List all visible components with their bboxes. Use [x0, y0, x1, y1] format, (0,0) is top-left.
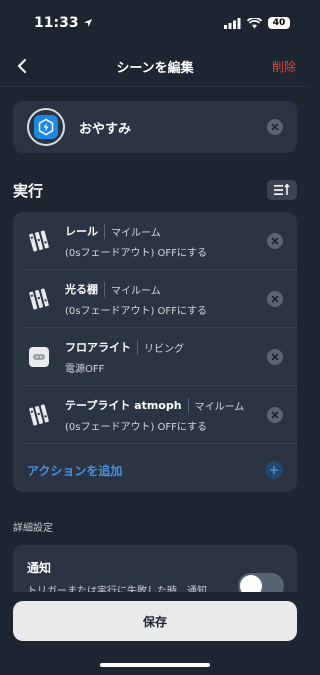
action-row[interactable]: フロアライト リビング 電源OFF: [13, 328, 297, 386]
add-action-link[interactable]: アクションを追加: [27, 462, 265, 479]
delete-button[interactable]: 削除: [272, 58, 296, 75]
action-device-name: テープライト atmoph: [65, 399, 182, 412]
battery-indicator: 40: [268, 17, 290, 29]
close-icon: [271, 295, 279, 303]
remove-action-button[interactable]: [267, 291, 283, 307]
action-room: マイルーム: [104, 281, 161, 297]
smart-plug-icon: [27, 345, 51, 369]
details-section-title: 詳細設定: [13, 523, 53, 534]
action-text: テープライト atmoph マイルーム (0sフェードアウト) OFFにする: [65, 397, 267, 433]
row-divider: [25, 443, 297, 444]
action-device-name: レール: [65, 225, 98, 238]
scene-hexagon-bolt-icon: [34, 115, 58, 139]
action-room: マイルーム: [187, 397, 244, 413]
close-icon: [271, 353, 279, 361]
light-strip-icon: [27, 287, 51, 311]
back-chevron-icon[interactable]: [12, 56, 32, 76]
sort-list-icon: [274, 184, 290, 195]
header-divider: [0, 86, 310, 87]
action-device-name: 光る棚: [65, 283, 98, 296]
save-button[interactable]: 保存: [13, 601, 297, 641]
navigation-bar: シーンを編集 削除: [0, 50, 310, 82]
status-time: 11:33: [34, 15, 93, 31]
page-title: シーンを編集: [116, 60, 194, 76]
scene-icon-button[interactable]: [27, 108, 65, 146]
close-icon: [271, 411, 279, 419]
scene-name-card: おやすみ: [13, 101, 297, 153]
status-icons: 40: [224, 17, 290, 29]
action-detail: (0sフェードアウト) OFFにする: [65, 306, 208, 317]
action-row[interactable]: 光る棚 マイルーム (0sフェードアウト) OFFにする: [13, 270, 297, 328]
status-time-text: 11:33: [34, 15, 79, 31]
action-detail: (0sフェードアウト) OFFにする: [65, 422, 208, 433]
sort-button[interactable]: [267, 180, 297, 200]
signal-icon: [224, 17, 241, 29]
action-text: 光る棚 マイルーム (0sフェードアウト) OFFにする: [65, 281, 267, 317]
light-strip-icon: [27, 229, 51, 253]
clear-scene-name-button[interactable]: [267, 119, 283, 135]
action-detail: (0sフェードアウト) OFFにする: [65, 248, 208, 259]
remove-action-button[interactable]: [267, 233, 283, 249]
location-arrow-icon: [83, 19, 92, 27]
add-action-button[interactable]: [265, 461, 283, 479]
action-device-name: フロアライト: [65, 341, 131, 354]
remove-action-button[interactable]: [267, 349, 283, 365]
action-detail: 電源OFF: [65, 364, 105, 375]
execution-section-title: 実行: [13, 182, 44, 200]
add-action-row[interactable]: アクションを追加: [13, 450, 297, 490]
close-icon: [271, 237, 279, 245]
action-row[interactable]: テープライト atmoph マイルーム (0sフェードアウト) OFFにする: [13, 386, 297, 444]
home-indicator: [100, 663, 210, 667]
action-row[interactable]: レール マイルーム (0sフェードアウト) OFFにする: [13, 212, 297, 270]
wifi-icon: [247, 17, 262, 28]
remove-action-button[interactable]: [267, 407, 283, 423]
actions-card: レール マイルーム (0sフェードアウト) OFFにする 光る棚 マイルーム (: [13, 212, 297, 492]
action-text: レール マイルーム (0sフェードアウト) OFFにする: [65, 223, 267, 259]
action-room: リビング: [137, 339, 184, 355]
scene-name[interactable]: おやすみ: [79, 118, 267, 137]
plus-icon: [270, 466, 278, 474]
action-room: マイルーム: [104, 223, 161, 239]
status-bar: 11:33 40: [0, 0, 310, 46]
close-icon: [271, 123, 279, 131]
light-strip-icon: [27, 403, 51, 427]
action-text: フロアライト リビング 電源OFF: [65, 339, 267, 375]
